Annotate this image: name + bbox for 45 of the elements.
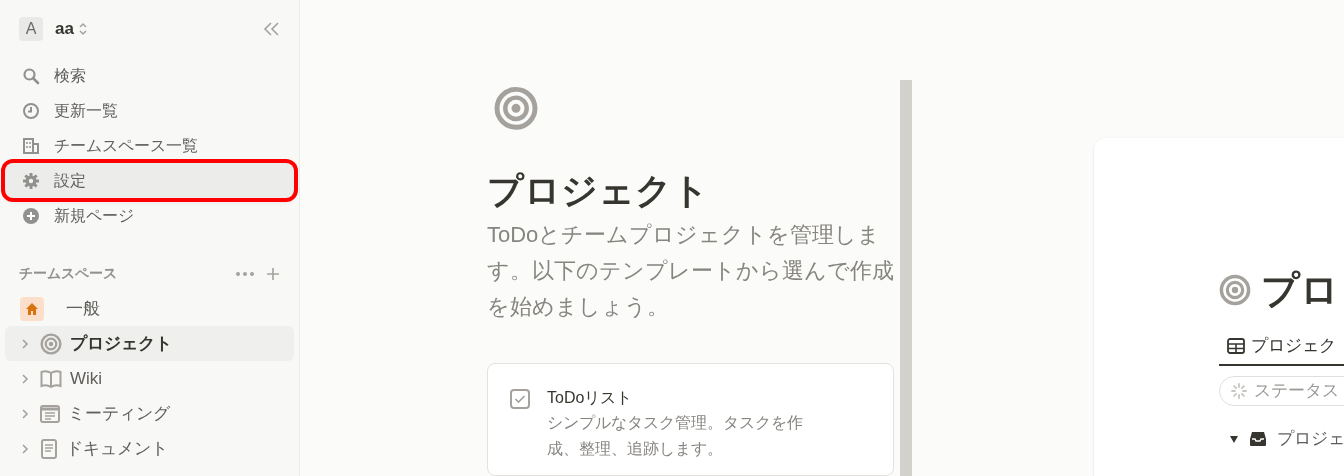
checkbox-icon — [510, 388, 530, 409]
teamspace-item[interactable]: 一般 — [5, 291, 294, 326]
template-card[interactable]: ToDoリスト シンプルなタスク管理。タスクを作成、整理、追跡します。 — [487, 362, 894, 476]
view-tab[interactable]: プロジェク — [1219, 328, 1344, 366]
table-icon — [1227, 338, 1245, 354]
scrollbar[interactable] — [900, 80, 912, 476]
collapse-icon[interactable] — [262, 21, 280, 37]
clock-icon — [22, 101, 40, 120]
building-icon — [22, 136, 40, 155]
add-icon[interactable] — [266, 266, 280, 281]
teamspace-item[interactable]: ミーティング — [5, 396, 294, 431]
chevron-icon[interactable] — [20, 442, 30, 455]
caret-icon[interactable] — [1229, 433, 1239, 444]
teamspace-item[interactable]: プロジェクト — [5, 326, 294, 361]
group-heading: プロジェ — [1277, 428, 1344, 450]
inbox-icon — [1249, 430, 1267, 447]
document-icon — [40, 438, 58, 459]
target-icon — [1219, 274, 1251, 306]
loading-icon — [1230, 382, 1248, 400]
home-icon — [20, 296, 44, 321]
template-title: プロジェクト — [487, 168, 710, 213]
workspace-name[interactable]: aa — [55, 16, 74, 42]
teamspace-item[interactable]: ドキュメント — [5, 431, 294, 466]
nav-item[interactable]: 検索 — [5, 58, 294, 93]
sort-icon[interactable] — [77, 21, 88, 37]
card-description: シンプルなタスク管理。タスクを作成、整理、追跡します。 — [547, 412, 804, 459]
chevron-icon[interactable] — [20, 337, 30, 350]
target-icon — [40, 332, 62, 355]
settings-icon — [22, 171, 40, 190]
nav-item[interactable]: 更新一覧 — [5, 93, 294, 128]
notes-icon — [40, 404, 60, 423]
book-icon — [40, 368, 62, 389]
section-heading: チームスペース — [19, 264, 117, 283]
chevron-icon[interactable] — [20, 407, 30, 420]
nav-item[interactable]: 新規ページ — [5, 198, 294, 233]
nav-item[interactable]: チームスペース一覧 — [5, 128, 294, 163]
add-icon — [22, 206, 40, 225]
teamspace-item[interactable]: Wiki — [5, 361, 294, 396]
preview-title: プロ — [1261, 268, 1339, 312]
template-description: ToDoとチームプロジェクトを管理します。以下のテンプレートから選んで作成を始めましょう。 — [487, 220, 895, 321]
more-icon[interactable] — [236, 271, 254, 276]
card-title: ToDoリスト — [547, 387, 634, 408]
chevron-icon[interactable] — [20, 372, 30, 385]
search-icon — [22, 66, 40, 85]
workspace-avatar: A — [19, 17, 43, 41]
